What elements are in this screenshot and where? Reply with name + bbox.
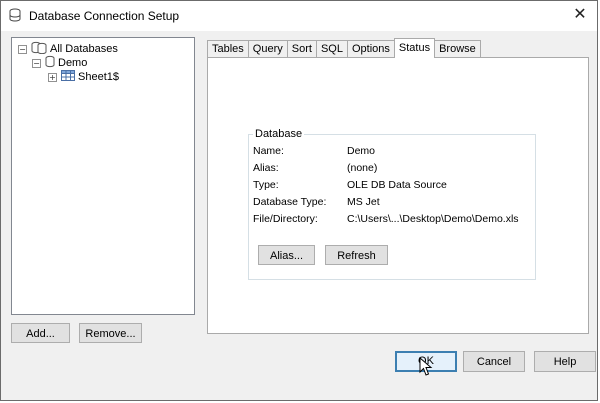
alias-value: (none) (347, 162, 378, 174)
database-type-value: MS Jet (347, 196, 380, 208)
tab-query[interactable]: Query (247, 40, 288, 57)
name-label: Name: (253, 145, 284, 157)
tree-item-all-databases[interactable]: − All Databases (18, 41, 118, 56)
cancel-button[interactable]: Cancel (463, 351, 525, 372)
remove-button[interactable]: Remove... (79, 323, 142, 343)
tab-sql[interactable]: SQL (315, 40, 348, 57)
tree-label: Demo (58, 57, 88, 69)
tree-item-demo[interactable]: − Demo (32, 55, 88, 71)
table-icon (61, 70, 75, 84)
collapse-toggle[interactable]: − (18, 44, 27, 54)
close-button[interactable]: ✕ (567, 3, 593, 27)
tab-tables[interactable]: Tables (207, 40, 249, 57)
tab-sort[interactable]: Sort (286, 40, 317, 57)
file-directory-value: C:\Users\...\Desktop\Demo\Demo.xls (347, 213, 519, 225)
file-directory-label: File/Directory: (253, 213, 318, 225)
database-icon (9, 8, 21, 25)
window-title: Database Connection Setup (29, 9, 180, 23)
database-groupbox: Database Name: Demo Alias: (none) Type: … (248, 128, 536, 280)
tab-strip: Tables Query Sort SQL Options Status Bro… (207, 38, 481, 58)
database-tree[interactable]: − All Databases − Demo + Sheet1$ (11, 37, 195, 315)
dialog-window: Database Connection Setup ✕ − All Databa… (0, 0, 598, 401)
tab-options[interactable]: Options (346, 40, 395, 57)
groupbox-title: Database (253, 128, 305, 140)
database-type-label: Database Type: (253, 196, 327, 208)
tree-label: All Databases (50, 43, 118, 55)
database-icon (45, 55, 55, 71)
tab-status[interactable]: Status (393, 38, 436, 58)
add-button[interactable]: Add... (11, 323, 70, 343)
help-button[interactable]: Help (534, 351, 596, 372)
alias-button[interactable]: Alias... (258, 245, 315, 265)
alias-label: Alias: (253, 162, 279, 174)
tab-browse[interactable]: Browse (434, 40, 481, 57)
type-value: OLE DB Data Source (347, 179, 447, 191)
name-value: Demo (347, 145, 376, 157)
status-tab-page: Database Name: Demo Alias: (none) Type: … (207, 57, 589, 334)
tree-item-sheet1[interactable]: + Sheet1$ (48, 70, 119, 84)
tab-control: Tables Query Sort SQL Options Status Bro… (207, 38, 589, 334)
collapse-toggle[interactable]: − (32, 58, 41, 68)
refresh-button[interactable]: Refresh (325, 245, 388, 265)
title-bar: Database Connection Setup ✕ (1, 1, 597, 31)
tree-label: Sheet1$ (78, 71, 119, 83)
type-label: Type: (253, 179, 279, 191)
mouse-pointer-icon (419, 356, 433, 380)
expand-toggle[interactable]: + (48, 72, 57, 82)
